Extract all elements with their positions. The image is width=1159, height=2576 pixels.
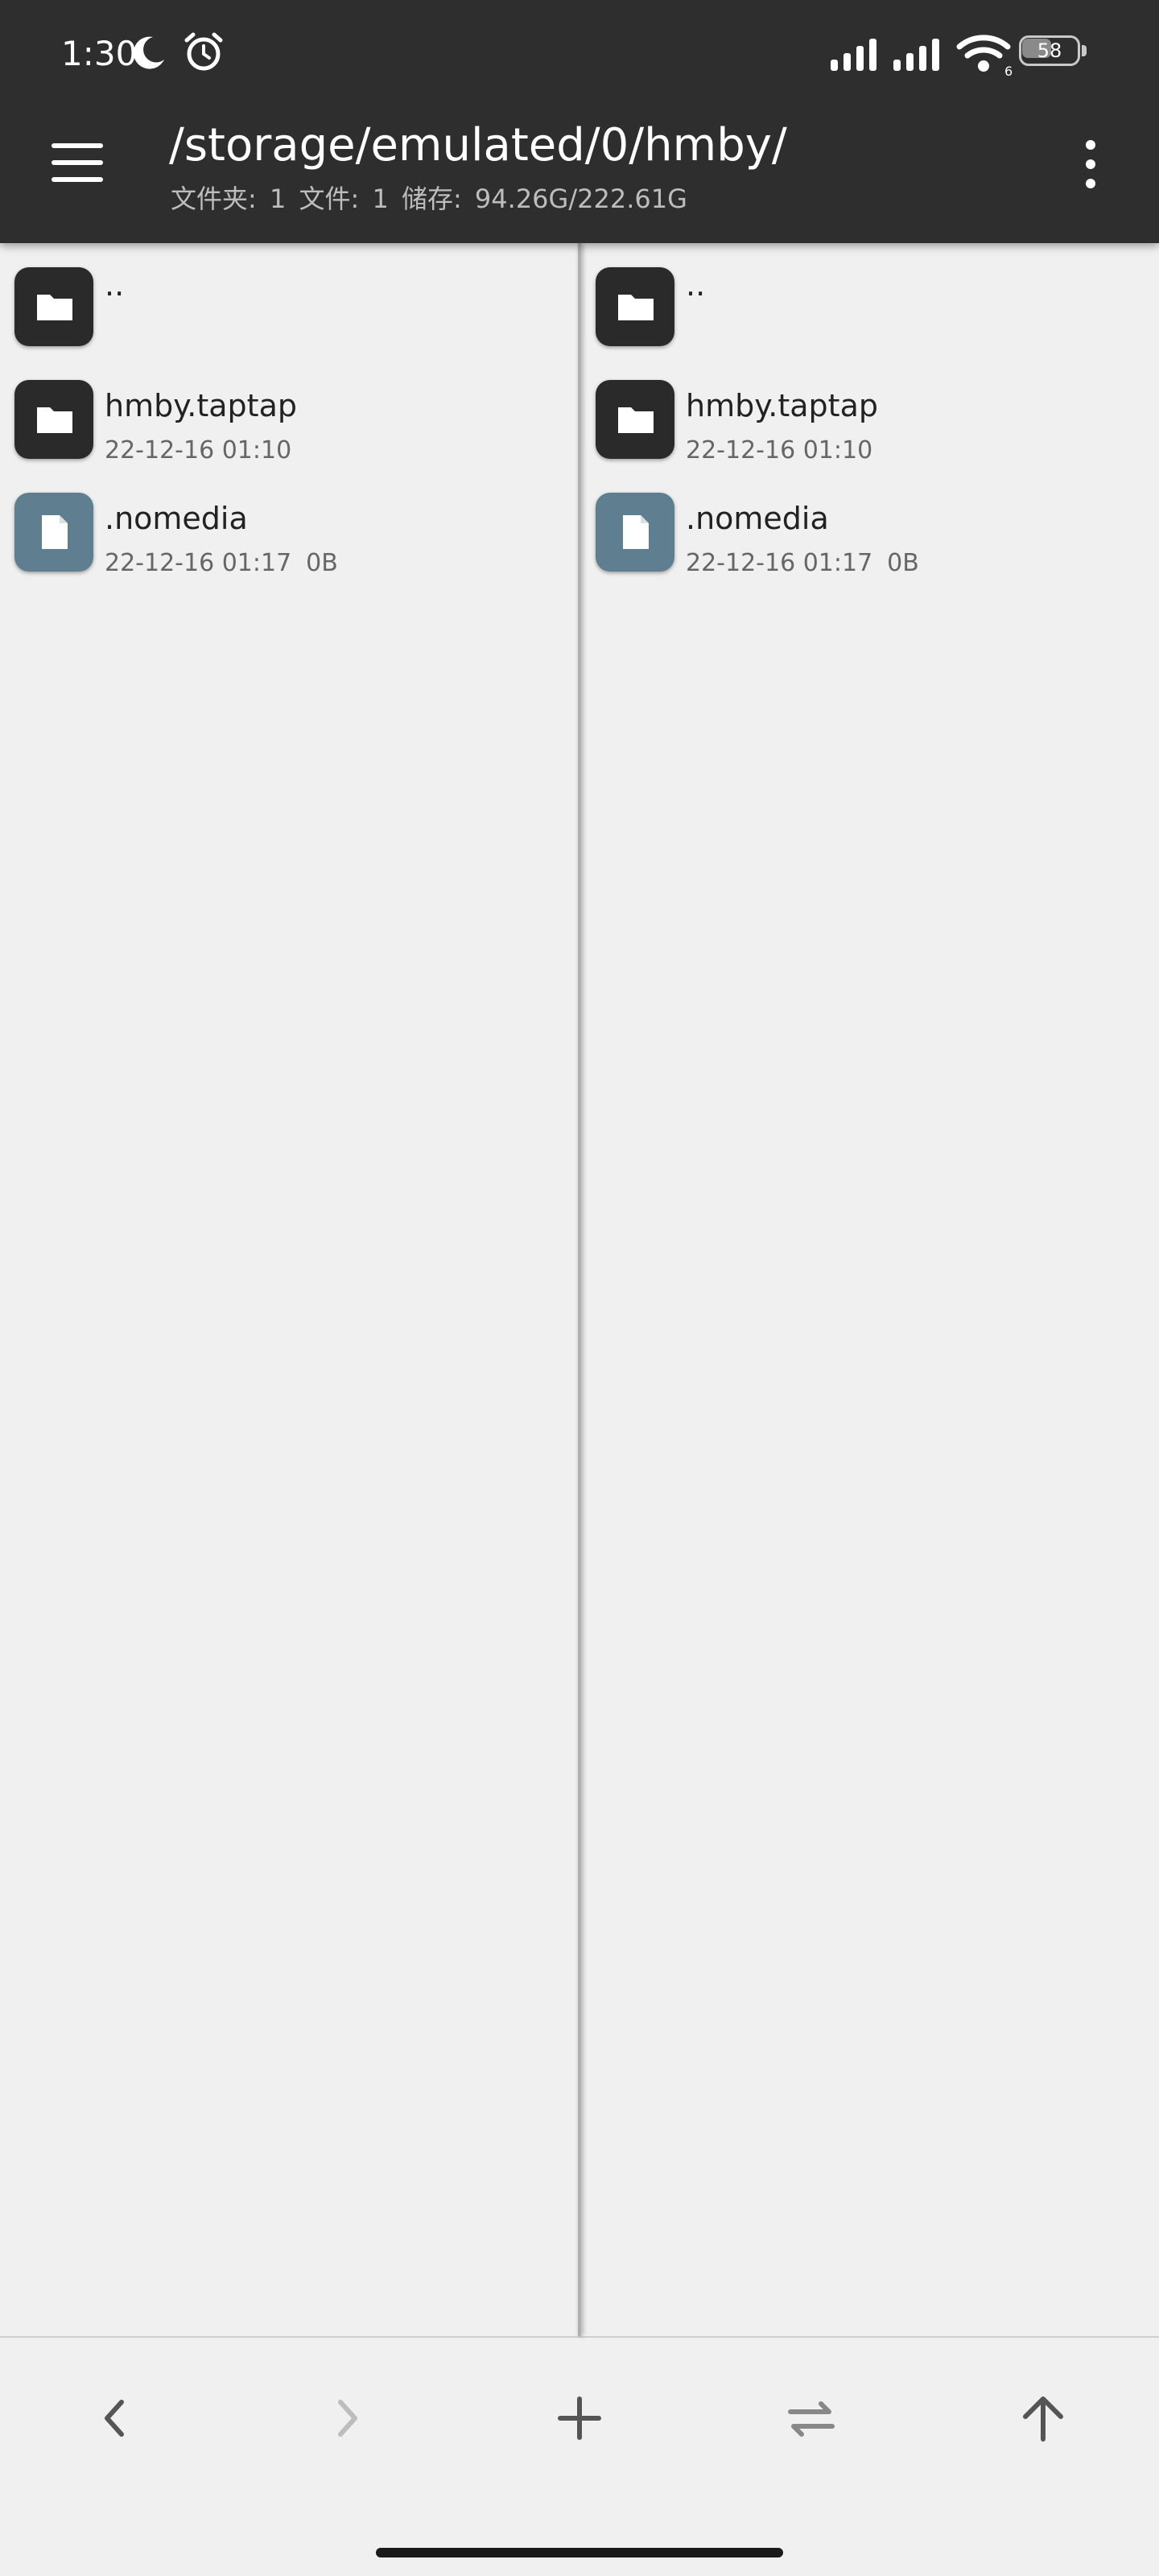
hamburger-menu-icon[interactable] xyxy=(48,138,106,187)
document-icon xyxy=(596,493,674,572)
file-name: .. xyxy=(105,267,125,303)
file-size: 0B xyxy=(887,549,919,577)
file-size: 0B xyxy=(306,549,338,577)
folder-icon xyxy=(596,380,674,459)
file-name: hmby.taptap xyxy=(686,388,878,423)
moon-icon xyxy=(133,36,164,69)
home-indicator[interactable] xyxy=(376,2548,783,2557)
file-name: .. xyxy=(686,267,706,303)
pane-divider[interactable] xyxy=(578,243,581,2336)
parent-directory-row[interactable]: .. xyxy=(581,251,1159,356)
file-meta: 22-12-16 01:10 xyxy=(105,436,291,464)
folder-icon xyxy=(14,267,93,346)
folder-icon xyxy=(14,380,93,459)
file-meta: 22-12-16 01:17 0B xyxy=(686,549,919,577)
more-vertical-icon[interactable] xyxy=(1074,138,1107,190)
file-date: 22-12-16 01:17 xyxy=(686,549,873,577)
file-date: 22-12-16 01:17 xyxy=(105,549,292,577)
list-item[interactable]: .nomedia 22-12-16 01:17 0B xyxy=(0,477,578,581)
app-header: 1:30 6 58 /storage/emulated/0/hmby/ 文件夹:… xyxy=(0,0,1159,243)
document-icon xyxy=(14,493,93,572)
signal-icon xyxy=(893,39,939,71)
file-name: .nomedia xyxy=(105,501,248,536)
wifi-icon: 6 xyxy=(956,35,1013,77)
add-icon[interactable] xyxy=(539,2386,620,2450)
list-item[interactable]: hmby.taptap 22-12-16 01:10 xyxy=(581,364,1159,469)
signal-icon xyxy=(831,39,876,71)
file-date: 22-12-16 01:10 xyxy=(686,436,873,464)
file-meta: 22-12-16 01:17 0B xyxy=(105,549,338,577)
file-name: .nomedia xyxy=(686,501,829,536)
right-pane: .. hmby.taptap 22-12-16 01:10 .nomedia 2… xyxy=(581,243,1159,2336)
parent-directory-row[interactable]: .. xyxy=(0,251,578,356)
back-icon[interactable] xyxy=(75,2386,155,2450)
wifi-label: 6 xyxy=(1004,64,1013,77)
file-meta: 22-12-16 01:10 xyxy=(686,436,872,464)
left-pane: .. hmby.taptap 22-12-16 01:10 .nomedia 2… xyxy=(0,243,578,2336)
list-item[interactable]: .nomedia 22-12-16 01:17 0B xyxy=(581,477,1159,581)
forward-icon[interactable] xyxy=(307,2386,387,2450)
alarm-icon xyxy=(184,32,223,71)
battery-level: 58 xyxy=(1037,39,1062,62)
path-info: 文件夹: 1 文件: 1 储存: 94.26G/222.61G xyxy=(171,184,687,214)
up-icon[interactable] xyxy=(1003,2386,1083,2450)
list-item[interactable]: hmby.taptap 22-12-16 01:10 xyxy=(0,364,578,469)
status-time: 1:30 xyxy=(61,34,138,73)
swap-icon[interactable] xyxy=(771,2386,852,2450)
battery-icon: 58 xyxy=(1019,35,1087,69)
page-title: /storage/emulated/0/hmby/ xyxy=(169,119,787,171)
folder-icon xyxy=(596,267,674,346)
status-bar: 1:30 6 58 xyxy=(0,0,1159,109)
bottom-toolbar xyxy=(0,2338,1159,2483)
file-name: hmby.taptap xyxy=(105,388,297,423)
file-date: 22-12-16 01:10 xyxy=(105,436,292,464)
